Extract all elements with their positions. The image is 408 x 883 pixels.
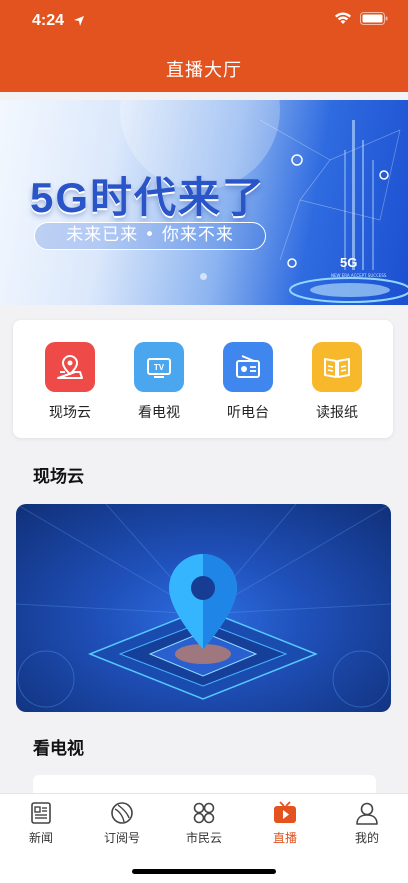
live-tv-icon bbox=[274, 801, 296, 823]
media-grid: 现场云 TV 看电视 听电台 读报纸 bbox=[13, 320, 393, 438]
tab-profile[interactable]: 我的 bbox=[331, 800, 403, 846]
news-icon bbox=[31, 802, 51, 824]
live-cloud-feature-card[interactable] bbox=[16, 504, 391, 712]
location-arrow-icon bbox=[74, 16, 84, 26]
tab-label-live: 直播 bbox=[272, 831, 297, 845]
carousel-indicator[interactable] bbox=[200, 273, 207, 280]
tab-label-citizen-cloud: 市民云 bbox=[185, 831, 222, 845]
grid-label-live-cloud: 现场云 bbox=[49, 405, 91, 421]
battery-icon bbox=[360, 12, 388, 25]
location-pin-icon bbox=[45, 342, 95, 392]
grid-item-watch-tv[interactable]: TV 看电视 bbox=[123, 342, 195, 422]
map-pin-illustration bbox=[16, 504, 391, 708]
tab-label-profile: 我的 bbox=[354, 831, 379, 845]
profile-icon bbox=[356, 802, 378, 825]
grid-item-radio[interactable]: 听电台 bbox=[212, 342, 284, 422]
grid-label-newspaper: 读报纸 bbox=[316, 405, 358, 421]
home-indicator bbox=[132, 869, 276, 874]
grid-label-watch-tv: 看电视 bbox=[138, 405, 180, 421]
tab-label-news: 新闻 bbox=[28, 831, 53, 845]
radio-icon bbox=[223, 342, 273, 392]
wifi-icon bbox=[335, 12, 351, 24]
subscribe-icon bbox=[111, 802, 133, 824]
status-time: 4:24 bbox=[32, 12, 65, 29]
svg-text:TV: TV bbox=[154, 363, 165, 372]
banner-subtitle: 未来已来 • 你来不来 bbox=[34, 222, 266, 250]
page-title: 直播大厅 bbox=[166, 60, 242, 81]
banner-headline: 5G时代来了 bbox=[30, 174, 267, 221]
tab-label-subscriptions: 订阅号 bbox=[103, 831, 140, 845]
grid-item-newspaper[interactable]: 读报纸 bbox=[301, 342, 373, 422]
tab-news[interactable]: 新闻 bbox=[5, 800, 77, 846]
banner-5g-badge: 5G bbox=[340, 255, 358, 270]
grid-item-live-cloud[interactable]: 现场云 bbox=[34, 342, 106, 422]
header: 4:24 直播大厅 bbox=[0, 0, 408, 92]
tv-icon: TV bbox=[134, 342, 184, 392]
status-bar: 4:24 bbox=[0, 0, 408, 44]
newspaper-icon bbox=[312, 342, 362, 392]
grid-label-radio: 听电台 bbox=[227, 405, 269, 421]
tab-subscriptions[interactable]: 订阅号 bbox=[86, 800, 158, 846]
citizen-cloud-icon bbox=[193, 802, 215, 824]
status-icons bbox=[334, 12, 388, 25]
tab-citizen-cloud[interactable]: 市民云 bbox=[168, 800, 240, 846]
section-title-watch-tv: 看电视 bbox=[33, 739, 84, 759]
tab-live[interactable]: 直播 bbox=[249, 800, 321, 846]
banner-5g-caption: NEW ERA ACCEPT SUCCESS bbox=[331, 273, 387, 278]
section-title-live-cloud: 现场云 bbox=[33, 467, 84, 487]
